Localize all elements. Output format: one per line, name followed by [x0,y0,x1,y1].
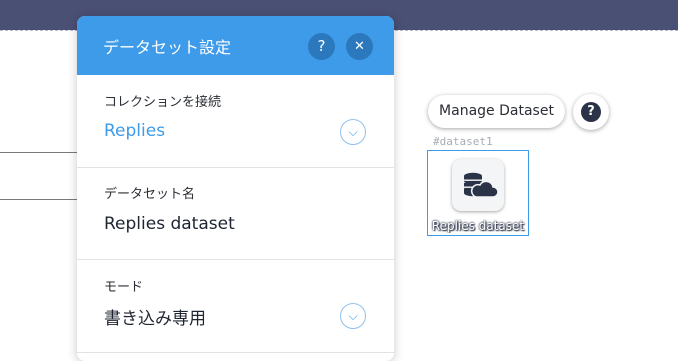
canvas-divider-line [0,199,80,200]
dataset-name-section: データセット名 Replies dataset [77,168,394,260]
mode-section: モード 書き込み専用 ⌵ [77,260,394,353]
collection-section: コレクションを接続 Replies ⌵ [77,75,394,168]
mode-label: モード [104,280,144,295]
database-cloud-icon [452,159,504,211]
manage-dataset-button[interactable]: Manage Dataset [428,95,565,128]
collection-label: コレクションを接続 [104,95,222,110]
panel-title: データセット設定 [103,38,232,57]
help-icon[interactable]: ? [308,33,335,60]
help-button[interactable]: ? [573,94,609,130]
chevron-down-icon[interactable]: ⌵ [340,119,366,145]
dataset-label: Replies dataset [431,219,525,233]
canvas-divider-line [0,152,80,153]
collection-dropdown-value[interactable]: Replies [104,121,165,141]
dataset-element[interactable]: Replies dataset [427,150,529,236]
dataset-settings-panel: データセット設定 ? ✕ コレクションを接続 Replies ⌵ データセット名… [77,16,394,361]
close-icon[interactable]: ✕ [346,33,373,60]
chevron-down-icon[interactable]: ⌵ [340,303,366,329]
question-icon: ? [581,102,601,122]
mode-dropdown-value[interactable]: 書き込み専用 [104,304,206,329]
panel-header: データセット設定 ? ✕ [77,16,394,75]
dataset-id-label: #dataset1 [433,135,493,148]
dataset-name-label: データセット名 [104,187,196,202]
dataset-name-field[interactable]: Replies dataset [104,214,235,234]
